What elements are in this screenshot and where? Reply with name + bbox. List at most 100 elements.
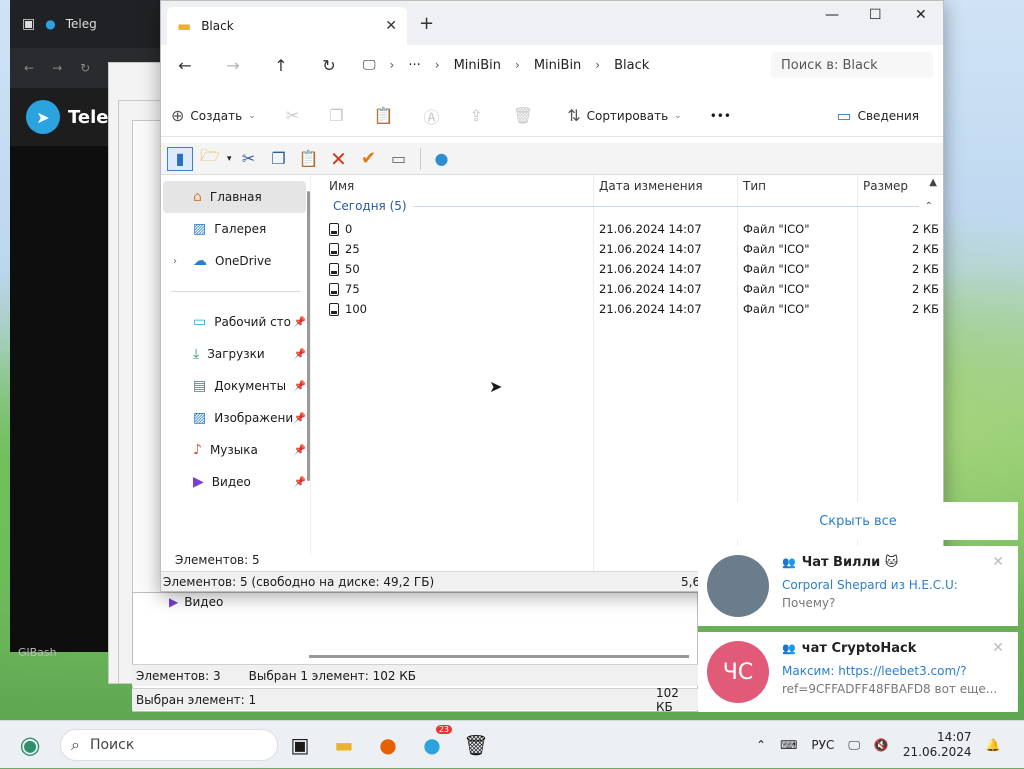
telegram-tab-title[interactable]: Teleg [66,17,97,31]
close-icon[interactable]: ✕ [992,554,1004,570]
breadcrumb-item[interactable]: MiniBin [534,58,581,73]
sidebar-item[interactable]: ♪ Музыка 📌 [161,434,310,466]
sort-button[interactable]: ⇅ Сортировать ⌄ [557,106,692,125]
paste-icon[interactable]: 📋 [296,147,322,171]
task-view-icon[interactable]: ▣ [284,729,316,761]
rename-icon[interactable]: Ⓐ [423,104,439,128]
group-label: Сегодня (5) [333,199,407,213]
nav-pane-scrollbar[interactable] [307,191,310,481]
group-header[interactable]: Сегодня (5) ⌃ [333,199,933,213]
sidebar-item[interactable]: ▶ Видео 📌 [161,466,310,498]
start-button-icon[interactable]: ◉ [14,729,46,761]
title-bar: ▬ Black ✕ + — ☐ ✕ [161,1,943,45]
sidebar-item-label: Галерея [214,222,267,236]
chevron-down-icon: ⌄ [248,110,256,121]
chevron-up-icon[interactable]: ⌃ [756,738,766,752]
table-row[interactable]: 75 21.06.2024 14:07 Файл "ICO" 2 КБ [329,279,939,299]
delete-icon[interactable]: 🗑 [513,106,533,125]
search-input[interactable]: Поиск в: Black [771,52,933,78]
sidebar-item[interactable]: ▤ Документы 📌 [161,370,310,402]
breadcrumb-item[interactable]: Black [614,58,649,73]
details-button[interactable]: ▭ Сведения [826,106,929,125]
notification-bell-icon[interactable]: 🔔 [986,738,1001,752]
navigation-pane-icon[interactable]: ▮ [167,146,193,171]
minimize-button[interactable]: — [825,7,839,23]
tab-grid-icon[interactable]: ▣ [22,16,35,32]
delete-x-icon[interactable]: ✕ [326,147,352,171]
pin-icon: 📌 [293,380,306,392]
items-count: Элементов: 5 [175,553,260,567]
column-date[interactable]: Дата изменения [599,175,703,197]
table-row[interactable]: 0 21.06.2024 14:07 Файл "ICO" 2 КБ [329,219,939,239]
pin-icon: 📌 [293,412,306,424]
create-button[interactable]: ⊕ Создать ⌄ [161,106,266,125]
close-icon[interactable]: ✕ [992,640,1004,656]
folder-options-icon[interactable]: 🗁 [197,146,223,171]
bg-hscrollbar[interactable] [309,655,689,658]
rename-field-icon[interactable]: ▭ [386,147,412,171]
check-icon[interactable]: ✔ [356,147,382,171]
hide-all-button[interactable]: Скрыть все [698,502,1018,540]
notification-card[interactable]: ЧС 👥 чат CryptoHack Максим: https://leeb… [698,632,1018,712]
up-arrow-icon[interactable]: ↑ [257,56,305,75]
new-tab-button[interactable]: + [419,13,434,34]
bg-nav-item-video[interactable]: ▶ Видео [169,595,223,609]
cut-icon[interactable]: ✂ [286,106,299,125]
copy-icon[interactable]: ❐ [266,147,292,171]
table-row[interactable]: 25 21.06.2024 14:07 Файл "ICO" 2 КБ [329,239,939,259]
back-arrow-icon[interactable]: ← [161,56,209,75]
forward-arrow-icon[interactable]: → [52,61,62,75]
telegram-icon[interactable]: ● 23 [416,725,452,761]
sidebar-item-label: Документы [214,379,287,393]
recycle-bin-icon[interactable]: 🗑 [460,729,492,761]
share-icon[interactable]: ⇪ [469,106,482,125]
sidebar-item[interactable]: ▭ Рабочий сто 📌 [161,306,310,338]
volume-icon[interactable]: 🔇 [874,738,889,752]
tab-black[interactable]: ▬ Black ✕ [167,7,407,45]
network-icon[interactable]: 🖵 [848,738,860,753]
pictures-icon: ▨ [193,410,207,426]
copy-icon[interactable]: ❐ [329,106,343,125]
cut-icon[interactable]: ✂ [236,147,262,171]
telegram-tabbar: ▣ ● Teleg [10,0,160,48]
back-arrow-icon[interactable]: ← [24,61,34,75]
notification-message: ref=9CFFADFF48FBAFD8 вот еще... [782,682,998,696]
file-explorer-icon[interactable]: ▬ [328,729,360,761]
pin-icon: 📌 [293,348,306,360]
breadcrumb-more-icon[interactable]: ··· [408,58,420,73]
close-button[interactable]: ✕ [915,7,927,23]
forward-arrow-icon[interactable]: → [209,56,257,75]
breadcrumb-item[interactable]: MiniBin [454,58,501,73]
paste-icon[interactable]: 📋 [374,106,394,125]
table-row[interactable]: 50 21.06.2024 14:07 Файл "ICO" 2 КБ [329,259,939,279]
clock[interactable]: 14:07 21.06.2024 [903,730,972,760]
column-size[interactable]: Размер [863,175,908,197]
sidebar-item-label: Главная [209,190,262,204]
folder-icon: ▬ [177,17,192,35]
more-options-button[interactable]: ••• [710,109,731,123]
documents-icon: ▤ [193,378,207,394]
close-tab-icon[interactable]: ✕ [385,18,397,34]
maximize-button[interactable]: ☐ [869,7,882,23]
reload-icon[interactable]: ↻ [80,61,90,75]
gallery-icon: ▨ [193,221,207,237]
column-name[interactable]: Имя [329,175,354,197]
sidebar-item[interactable]: ▨ Изображени 📌 [161,402,310,434]
scroll-up-icon[interactable]: ▲ [929,177,937,188]
sidebar-item[interactable]: › ☁ OneDrive [161,245,310,277]
taskbar-search[interactable]: ⌕ Поиск [60,729,278,761]
globe-icon[interactable]: ● [429,147,455,171]
chevron-right-icon[interactable]: › [173,256,177,267]
sidebar-item[interactable]: ⤓ Загрузки 📌 [161,338,310,370]
chevron-down-icon[interactable]: ▾ [227,154,232,164]
keyboard-icon[interactable]: ⌨ [780,738,797,752]
language-indicator[interactable]: РУС [811,738,834,752]
notification-card[interactable]: 👥 Чат Вилли 🐱 Corporal Shepard из H.E.C.… [698,546,1018,626]
sidebar-item[interactable]: ▨ Галерея [161,213,310,245]
this-pc-icon[interactable]: 🖵 [363,58,376,73]
column-type[interactable]: Тип [743,175,766,197]
sidebar-item[interactable]: ⌂ Главная [163,181,306,213]
refresh-icon[interactable]: ↻ [305,56,353,75]
table-row[interactable]: 100 21.06.2024 14:07 Файл "ICO" 2 КБ [329,299,939,319]
firefox-icon[interactable]: ● [372,729,404,761]
